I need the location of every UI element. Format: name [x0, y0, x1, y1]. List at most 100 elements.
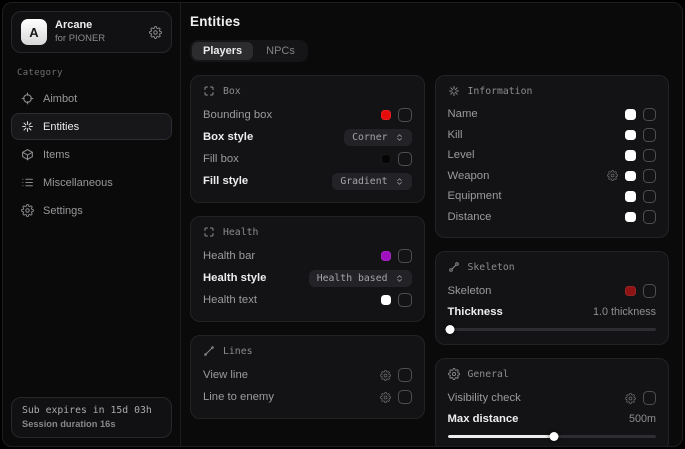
color-swatch[interactable]	[381, 154, 392, 165]
sidebar-item-entities[interactable]: Entities	[11, 113, 172, 140]
bounding-box-checkbox[interactable]	[398, 108, 412, 122]
scan-box-icon	[203, 85, 215, 97]
box-style-dropdown[interactable]: Corner	[344, 129, 411, 146]
card-title: Box	[223, 86, 241, 97]
level-checkbox[interactable]	[643, 149, 657, 163]
card-title: General	[468, 369, 509, 380]
scan-box-icon	[203, 226, 215, 238]
gear-icon[interactable]	[625, 393, 636, 404]
row-kill: Kill	[448, 125, 657, 146]
card-lines: Lines View line Line to enemy	[190, 335, 425, 419]
sidebar-item-aimbot[interactable]: Aimbot	[11, 85, 172, 112]
row-health-bar: Health bar	[203, 245, 412, 267]
card-general: General Visibility check Max distance 50…	[435, 358, 670, 447]
app-window: A Arcane for PIONER Category Aimbot Enti…	[2, 2, 683, 447]
card-title: Skeleton	[468, 262, 515, 273]
diagonal-line-icon	[203, 345, 215, 357]
line-to-enemy-checkbox[interactable]	[398, 390, 412, 404]
sidebar-item-settings[interactable]: Settings	[11, 197, 172, 224]
main-panel: Entities Players NPCs Box Bounding box	[181, 3, 682, 446]
chevrons-up-down-icon	[395, 274, 404, 283]
health-text-checkbox[interactable]	[398, 293, 412, 307]
card-information: Information Name Kill Level	[435, 75, 670, 238]
health-bar-checkbox[interactable]	[398, 249, 412, 263]
color-swatch[interactable]	[625, 109, 636, 120]
list-icon	[21, 176, 34, 189]
row-distance: Distance	[448, 207, 657, 228]
sidebar-item-label: Settings	[43, 205, 83, 217]
card-title: Health	[223, 227, 258, 238]
color-swatch[interactable]	[381, 251, 392, 262]
sidebar-item-label: Entities	[43, 121, 79, 133]
sidebar: A Arcane for PIONER Category Aimbot Enti…	[3, 3, 181, 446]
color-swatch[interactable]	[625, 171, 636, 182]
health-style-dropdown[interactable]: Health based	[309, 270, 412, 287]
subscription-card: Sub expires in 15d 03h Session duration …	[11, 397, 172, 438]
chevrons-up-down-icon	[395, 133, 404, 142]
slider-thumb[interactable]	[445, 325, 454, 334]
row-equipment: Equipment	[448, 186, 657, 207]
chevrons-up-down-icon	[395, 177, 404, 186]
settings-gear-icon[interactable]	[149, 26, 162, 39]
brand-card: A Arcane for PIONER	[11, 11, 172, 53]
row-health-text: Health text	[203, 289, 412, 311]
brand-name: Arcane	[55, 19, 141, 32]
slider-thumb[interactable]	[549, 432, 558, 441]
thickness-slider[interactable]	[448, 324, 657, 334]
color-swatch[interactable]	[381, 295, 392, 306]
row-fill-style: Fill style Gradient	[203, 170, 412, 192]
fill-box-checkbox[interactable]	[398, 152, 412, 166]
sidebar-item-items[interactable]: Items	[11, 141, 172, 168]
equipment-checkbox[interactable]	[643, 190, 657, 204]
sidebar-item-miscellaneous[interactable]: Miscellaneous	[11, 169, 172, 196]
row-bounding-box: Bounding box	[203, 104, 412, 126]
gear-icon[interactable]	[380, 392, 391, 403]
tab-players[interactable]: Players	[192, 42, 253, 60]
gear-icon[interactable]	[607, 170, 618, 181]
row-level: Level	[448, 145, 657, 166]
app-logo: A	[21, 19, 47, 45]
session-duration-text: Session duration 16s	[22, 419, 161, 429]
card-title: Information	[468, 86, 533, 97]
fill-style-dropdown[interactable]: Gradient	[332, 173, 411, 190]
gear-icon	[448, 368, 460, 380]
row-health-style: Health style Health based	[203, 267, 412, 289]
row-max-distance: Max distance 500m	[448, 409, 657, 429]
kill-checkbox[interactable]	[643, 128, 657, 142]
row-thickness: Thickness 1.0 thickness	[448, 302, 657, 322]
color-swatch[interactable]	[625, 150, 636, 161]
skeleton-checkbox[interactable]	[643, 284, 657, 298]
entity-tabs: Players NPCs	[190, 40, 308, 62]
card-health: Health Health bar Health style Health ba…	[190, 216, 425, 322]
row-name: Name	[448, 104, 657, 125]
spark-icon	[21, 120, 34, 133]
bone-icon	[448, 261, 460, 273]
visibility-check-checkbox[interactable]	[643, 391, 657, 405]
gear-icon	[21, 204, 34, 217]
package-icon	[21, 148, 34, 161]
color-swatch[interactable]	[625, 130, 636, 141]
row-weapon: Weapon	[448, 166, 657, 187]
weapon-checkbox[interactable]	[643, 169, 657, 183]
color-swatch[interactable]	[625, 191, 636, 202]
brand-subtitle: for PIONER	[55, 33, 141, 44]
row-skeleton: Skeleton	[448, 280, 657, 302]
color-swatch[interactable]	[625, 212, 636, 223]
gear-icon[interactable]	[380, 370, 391, 381]
name-checkbox[interactable]	[643, 108, 657, 122]
distance-checkbox[interactable]	[643, 210, 657, 224]
card-box: Box Bounding box Box style Corner	[190, 75, 425, 203]
row-box-style: Box style Corner	[203, 126, 412, 148]
view-line-checkbox[interactable]	[398, 368, 412, 382]
card-title: Lines	[223, 346, 253, 357]
sidebar-nav: Aimbot Entities Items Miscellaneous	[11, 85, 172, 224]
max-distance-value: 500m	[629, 413, 656, 425]
tab-npcs[interactable]: NPCs	[255, 42, 306, 60]
color-swatch[interactable]	[381, 110, 392, 121]
row-fill-box: Fill box	[203, 148, 412, 170]
color-swatch[interactable]	[625, 286, 636, 297]
max-distance-slider[interactable]	[448, 431, 657, 441]
thickness-value: 1.0 thickness	[593, 306, 656, 318]
row-view-line: View line	[203, 364, 412, 386]
sidebar-item-label: Miscellaneous	[43, 177, 113, 189]
